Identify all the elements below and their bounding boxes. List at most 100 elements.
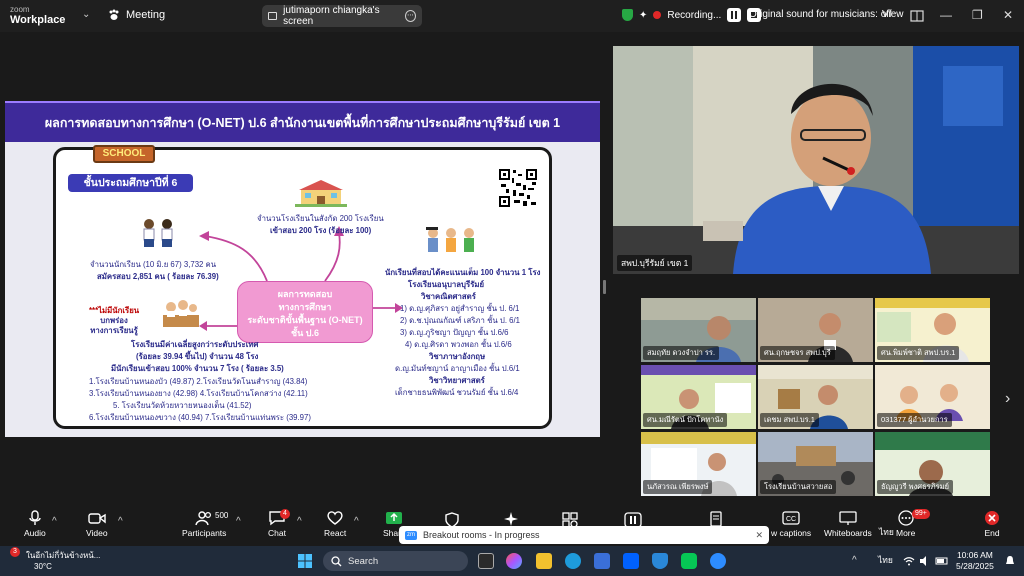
participant-grid: สมฤทัย ดวงจำปา รร. ศน.ฤกษชจร สพป.บุรี ศน… bbox=[641, 298, 993, 497]
react-button[interactable]: React bbox=[324, 510, 346, 538]
math-student-2: 2) ด.ช.ปุณณกัณฑ์ เสริภา ชั้น ป. 6/1 bbox=[400, 316, 520, 325]
chevron-down-icon[interactable]: ⌄ bbox=[82, 9, 90, 20]
sparkle-icon: ✦ bbox=[639, 9, 648, 21]
participant-tile[interactable]: ศน.พิมพ์ชาติ สพป.บร.1 bbox=[875, 298, 990, 362]
participant-name: เดชม สพป.บร.1 bbox=[760, 413, 819, 427]
participant-tile[interactable]: โรงเรียนบ้านสวายสอ bbox=[758, 432, 873, 496]
students-applied-text: สมัครสอบ 2,851 คน ( ร้อยละ 76.39) bbox=[97, 272, 219, 281]
taskbar-search[interactable]: Search bbox=[323, 551, 468, 571]
participant-tile[interactable]: 031377 ผู้อำนวยการ bbox=[875, 365, 990, 429]
minimize-icon[interactable]: — bbox=[940, 8, 952, 22]
react-options-chevron-icon[interactable]: ^ bbox=[354, 516, 359, 527]
weather-icon: 3 bbox=[10, 547, 22, 561]
participant-tile[interactable]: ธัญญูวรี พงศธรภิรมย์ bbox=[875, 432, 990, 496]
participants-count: 500 bbox=[215, 511, 229, 520]
line-app-icon[interactable] bbox=[681, 553, 697, 569]
audio-label: Audio bbox=[24, 528, 46, 538]
audio-options-chevron-icon[interactable]: ^ bbox=[52, 516, 57, 527]
copilot-icon[interactable] bbox=[506, 553, 522, 569]
original-sound-status[interactable]: Original sound for musicians: off bbox=[749, 9, 892, 20]
chat-options-chevron-icon[interactable]: ^ bbox=[297, 516, 302, 527]
wifi-icon[interactable] bbox=[903, 555, 915, 567]
notes-icon[interactable] bbox=[708, 511, 724, 527]
end-x-icon bbox=[985, 511, 999, 525]
clock[interactable]: 10:06 AM 5/28/2025 bbox=[956, 550, 994, 572]
center-line-1: ผลการทดสอบ bbox=[277, 289, 333, 299]
video-options-chevron-icon[interactable]: ^ bbox=[118, 516, 123, 527]
english-student-1: ด.ญ.มันท์ชญาน์ อาญาเมือง ชั้น ป.6/1 bbox=[395, 364, 520, 373]
breakout-close-icon[interactable]: ✕ bbox=[755, 530, 763, 541]
zoom-taskbar-icon[interactable] bbox=[710, 553, 726, 569]
weather-temp: 30°C bbox=[34, 562, 52, 571]
school-rank-3-4: 3.โรงเรียนบ้านหนองยาง (42.98) 4.โรงเรียน… bbox=[89, 389, 308, 398]
pause-recording-button[interactable] bbox=[727, 8, 742, 22]
close-icon[interactable]: ✕ bbox=[1003, 8, 1013, 22]
logo-line-workplace: Workplace bbox=[10, 14, 66, 26]
share-more-icon[interactable]: ⋯ bbox=[405, 10, 416, 22]
chat-unread-badge: 4 bbox=[280, 509, 290, 519]
view-menu[interactable]: View bbox=[882, 9, 904, 20]
participant-tile[interactable]: ศน.มณีรัตน์ ปักโคทานัง bbox=[641, 365, 756, 429]
captions-button[interactable]: CC w captions bbox=[771, 510, 811, 538]
ai-companion-icon[interactable] bbox=[503, 511, 519, 527]
participant-name: ศน.มณีรัตน์ ปักโคทานัง bbox=[643, 413, 728, 427]
participant-tile[interactable]: นภัสวรณ เพียรพงษ์ bbox=[641, 432, 756, 496]
dropbox-icon[interactable] bbox=[623, 553, 639, 569]
task-view-icon[interactable] bbox=[478, 553, 494, 569]
participant-tile[interactable]: เดชม สพป.บร.1 bbox=[758, 365, 873, 429]
active-speaker-video[interactable]: สพป.บุรีรัมย์ เขต 1 bbox=[613, 46, 1019, 274]
search-icon bbox=[331, 555, 342, 566]
participants-label: Participants bbox=[182, 528, 227, 538]
next-page-arrow-icon[interactable]: › bbox=[1005, 390, 1010, 408]
whiteboards-label: Whiteboards bbox=[824, 528, 872, 538]
zoom-logo: zoom Workplace bbox=[10, 5, 66, 26]
defender-icon[interactable] bbox=[652, 553, 668, 569]
windows-start-icon[interactable] bbox=[297, 553, 313, 569]
schools-tested-text: เข้าสอบ 200 โรง (ร้อยละ 100) bbox=[270, 226, 372, 235]
participants-icon bbox=[195, 511, 212, 526]
math-student-3: 3) ด.ญ.ภูริชญา ปัญญา ชั้น ป.6/6 bbox=[400, 328, 509, 337]
breakout-rooms-bar[interactable]: zm Breakout rooms - In progress ✕ bbox=[399, 526, 769, 544]
meeting-menu[interactable]: Meeting bbox=[108, 9, 165, 21]
weather-widget[interactable]: 3 ในอีกไม่กี่วันข้างหน้... 30°C bbox=[10, 547, 100, 572]
split-divider-handle[interactable] bbox=[603, 280, 606, 294]
store-icon[interactable] bbox=[594, 553, 610, 569]
participants-options-chevron-icon[interactable]: ^ bbox=[236, 516, 241, 527]
restore-icon[interactable]: ❐ bbox=[972, 8, 983, 22]
more-badge: 99+ bbox=[912, 509, 930, 519]
school-rank-6-7: 6.โรงเรียนบ้านหนองขวาง (40.94) 7.โรงเรีย… bbox=[89, 413, 311, 422]
full-attendance-count: มีนักเรียนเข้าสอบ 100% จำนวน 7 โรง ( ร้อ… bbox=[111, 364, 284, 373]
view-grid-icon[interactable] bbox=[910, 10, 924, 22]
screen-icon bbox=[268, 12, 278, 20]
center-line-4: ชั้น ป.6 bbox=[291, 328, 319, 338]
school-rank-1-2: 1.โรงเรียนบ้านหนองบัว (49.87) 2.โรงเรียน… bbox=[89, 377, 308, 386]
math-student-1: 1) ด.ญ.ศุภิสรา อยู่สำราญ ชั้น ป. 6/1 bbox=[400, 304, 520, 313]
language-interpretation[interactable]: ไทย bbox=[879, 525, 894, 539]
video-button[interactable]: Video bbox=[86, 510, 108, 538]
above-national-count: (ร้อยละ 39.94 ขึ้นไป) จำนวน 48 โรง bbox=[136, 352, 259, 361]
audio-button[interactable]: Audio bbox=[24, 510, 46, 538]
full-score-header: นักเรียนที่สอบได้คะแนนเต็ม 100 จำนวน 1 โ… bbox=[385, 268, 541, 277]
screen-share-indicator[interactable]: jutimaporn chiangka's screen ⋯ bbox=[262, 5, 422, 27]
math-header: วิชาคณิตศาสตร์ bbox=[421, 292, 476, 301]
video-camera-icon bbox=[88, 513, 106, 524]
special-needs-note: ***ไม่มีนักเรียน บกพร่อง ทางการเรียนรู้ bbox=[89, 306, 139, 336]
notification-bell-icon[interactable] bbox=[1004, 555, 1016, 567]
chat-label: Chat bbox=[268, 528, 286, 538]
tray-chevron-icon[interactable]: ^ bbox=[852, 555, 857, 566]
participant-tile[interactable]: ศน.ฤกษชจร สพป.บุรี bbox=[758, 298, 873, 362]
file-explorer-icon[interactable] bbox=[536, 553, 552, 569]
edge-browser-icon[interactable] bbox=[565, 553, 581, 569]
speaker-name-label: สพป.บุรีรัมย์ เขต 1 bbox=[617, 255, 693, 271]
whiteboards-button[interactable]: Whiteboards bbox=[824, 510, 872, 538]
english-header: วิชาภาษาอังกฤษ bbox=[429, 352, 486, 361]
input-language[interactable]: ไทย bbox=[878, 555, 893, 566]
breakout-rooms-label: Breakout rooms - In progress bbox=[423, 530, 540, 540]
volume-icon[interactable] bbox=[919, 555, 931, 567]
weather-badge: 3 bbox=[10, 547, 20, 557]
participant-tile[interactable]: สมฤทัย ดวงจำปา รร. bbox=[641, 298, 756, 362]
math-student-4: 4) ด.ญ.ศิรดา พวงพอก ชั้น ป.6/6 bbox=[405, 340, 512, 349]
record-dot-icon bbox=[653, 11, 662, 19]
battery-icon[interactable] bbox=[935, 555, 949, 567]
end-meeting-button[interactable]: End bbox=[984, 510, 1000, 538]
